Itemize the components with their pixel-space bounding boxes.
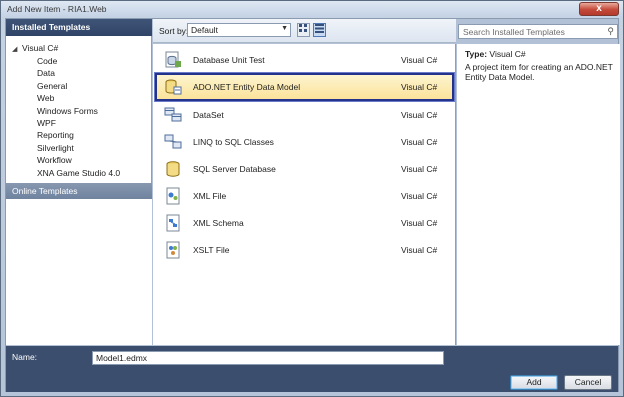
tree-item-silverlight[interactable]: Silverlight xyxy=(37,142,120,154)
list-view-button[interactable] xyxy=(313,23,326,37)
xml-schema-icon xyxy=(166,214,180,232)
type-label: Type: xyxy=(465,49,488,59)
sort-by-value: Default xyxy=(191,25,218,35)
template-language: Visual C# xyxy=(401,55,438,65)
expand-arrow-icon[interactable]: ◢ xyxy=(12,44,22,55)
window-title: Add New Item - RIA1.Web xyxy=(7,4,107,14)
template-language: Visual C# xyxy=(401,218,438,228)
template-language: Visual C# xyxy=(401,137,438,147)
template-type-line: Type: Visual C# xyxy=(465,49,526,59)
template-list: Database Unit Test Visual C# ADO.NET Ent… xyxy=(153,44,456,345)
database-unit-test-icon xyxy=(165,51,181,68)
sort-by-select[interactable]: Default ▼ xyxy=(187,23,291,37)
title-bar: Add New Item - RIA1.Web x xyxy=(1,1,623,17)
tree-item-reporting[interactable]: Reporting xyxy=(37,129,120,141)
tree-item-code[interactable]: Code xyxy=(37,55,120,67)
left-pane-empty-area xyxy=(6,199,152,345)
type-value: Visual C# xyxy=(489,49,526,59)
linq-to-sql-icon xyxy=(164,134,182,149)
template-name: ADO.NET Entity Data Model xyxy=(193,82,301,92)
entity-data-model-icon xyxy=(165,79,182,95)
template-row-database-unit-test[interactable]: Database Unit Test Visual C# xyxy=(155,46,454,74)
sql-database-icon xyxy=(166,161,180,177)
template-row-xml-file[interactable]: XML File Visual C# xyxy=(155,182,454,210)
template-row-xml-schema[interactable]: XML Schema Visual C# xyxy=(155,209,454,237)
search-input[interactable]: Search Installed Templates ⚲ xyxy=(458,24,618,39)
online-templates-item[interactable]: Online Templates xyxy=(6,183,152,199)
template-name: DataSet xyxy=(193,110,224,120)
tree-item-xna[interactable]: XNA Game Studio 4.0 xyxy=(37,167,120,179)
template-name: Database Unit Test xyxy=(193,55,265,65)
sort-by-label: Sort by: xyxy=(159,26,189,36)
cancel-button[interactable]: Cancel xyxy=(564,375,612,390)
template-row-ado-net-entity-data-model[interactable]: ADO.NET Entity Data Model Visual C# xyxy=(155,73,454,101)
add-new-item-dialog: Add New Item - RIA1.Web x Installed Temp… xyxy=(0,0,624,397)
template-name: SQL Server Database xyxy=(193,164,276,174)
template-name: LINQ to SQL Classes xyxy=(193,137,274,147)
small-icons-view-icon xyxy=(299,24,307,32)
template-row-linq-to-sql[interactable]: LINQ to SQL Classes Visual C# xyxy=(155,128,454,156)
tree-item-workflow[interactable]: Workflow xyxy=(37,154,120,166)
template-language: Visual C# xyxy=(401,82,438,92)
xml-file-icon xyxy=(166,187,180,205)
tree-item-data[interactable]: Data xyxy=(37,67,120,79)
tree-item-web[interactable]: Web xyxy=(37,92,120,104)
template-language: Visual C# xyxy=(401,191,438,201)
add-button[interactable]: Add xyxy=(510,375,558,390)
template-language: Visual C# xyxy=(401,110,438,120)
search-placeholder: Search Installed Templates xyxy=(463,27,565,37)
template-row-sql-server-database[interactable]: SQL Server Database Visual C# xyxy=(155,155,454,183)
template-language: Visual C# xyxy=(401,245,438,255)
close-button[interactable]: x xyxy=(579,2,619,16)
tree-node-visual-csharp[interactable]: ◢ Visual C# xyxy=(12,43,58,54)
search-icon[interactable]: ⚲ xyxy=(607,26,614,37)
template-description-text: A project item for creating an ADO.NET E… xyxy=(465,62,613,82)
template-name: XML File xyxy=(193,191,227,201)
tree-item-wpf[interactable]: WPF xyxy=(37,117,120,129)
template-row-dataset[interactable]: DataSet Visual C# xyxy=(155,101,454,129)
dataset-icon xyxy=(164,107,182,122)
template-row-xslt-file[interactable]: XSLT File Visual C# xyxy=(155,236,454,264)
tree-children: Code Data General Web Windows Forms WPF … xyxy=(37,55,120,179)
tree-item-windows-forms[interactable]: Windows Forms xyxy=(37,105,120,117)
tree-node-label: Visual C# xyxy=(22,43,59,53)
template-language: Visual C# xyxy=(401,164,438,174)
template-description-pane: Type: Visual C# A project item for creat… xyxy=(457,44,620,345)
template-name: XSLT File xyxy=(193,245,230,255)
xslt-file-icon xyxy=(166,241,180,259)
name-label: Name: xyxy=(12,352,38,362)
small-icons-view-button[interactable] xyxy=(297,23,310,37)
list-view-icon xyxy=(315,24,324,33)
template-name: XML Schema xyxy=(193,218,244,228)
name-field[interactable]: Model1.edmx xyxy=(92,351,444,365)
chevron-down-icon[interactable]: ▼ xyxy=(281,25,288,32)
installed-templates-header[interactable]: Installed Templates xyxy=(6,19,152,36)
template-categories-pane: Installed Templates ◢ Visual C# Code Data… xyxy=(6,19,152,345)
tree-item-general[interactable]: General xyxy=(37,80,120,92)
sort-toolbar: Sort by: Default ▼ xyxy=(153,19,456,43)
dialog-footer: Name: Model1.edmx Add Cancel xyxy=(6,346,618,392)
dialog-client-area: Installed Templates ◢ Visual C# Code Data… xyxy=(5,18,620,392)
